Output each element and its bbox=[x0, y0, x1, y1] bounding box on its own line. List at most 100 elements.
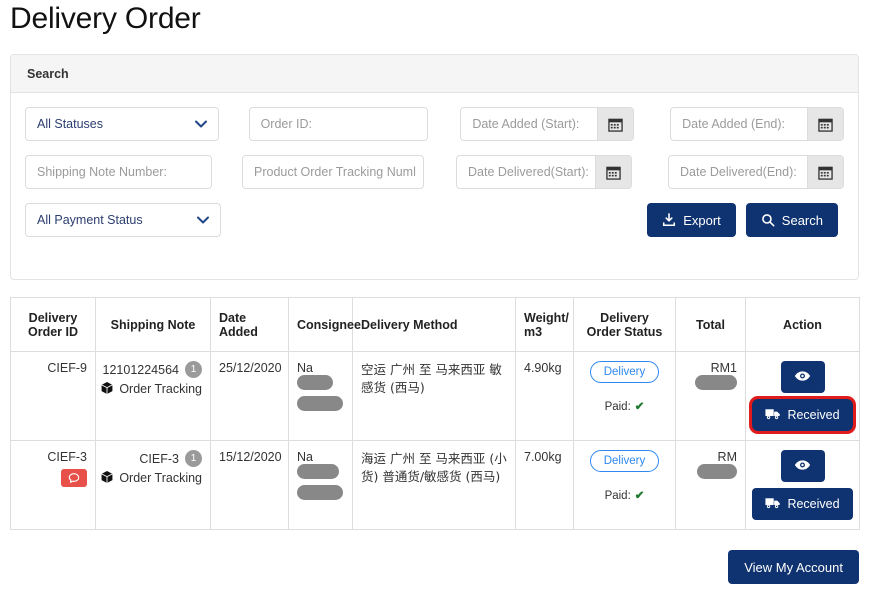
order-tracking-label: Order Tracking bbox=[119, 382, 202, 397]
calendar-icon[interactable] bbox=[595, 156, 631, 188]
cell-date-added: 15/12/2020 bbox=[210, 440, 289, 530]
column-delivery-order-status: Delivery Order Status bbox=[573, 297, 676, 352]
shipping-note-number-input[interactable]: Shipping Note Number: bbox=[25, 155, 212, 189]
column-consignee: Consignee bbox=[288, 297, 361, 352]
consignee-value: Na bbox=[297, 361, 313, 375]
delivery-order-id-value[interactable]: CIEF-3 bbox=[19, 450, 87, 464]
total-value: RM1 bbox=[710, 361, 737, 375]
payment-status-select-value: All Payment Status bbox=[37, 213, 143, 227]
column-date-added: Date Added bbox=[210, 297, 289, 352]
box-icon bbox=[100, 470, 114, 487]
eye-icon bbox=[794, 459, 811, 474]
column-shipping-note: Shipping Note bbox=[95, 297, 211, 352]
cell-consignee: Na bbox=[288, 351, 353, 441]
cell-shipping-note: 12101224564 1 Order Tracking bbox=[95, 351, 211, 441]
redacted-block bbox=[297, 464, 339, 480]
column-delivery-order-id: Delivery Order ID bbox=[10, 297, 96, 352]
cell-shipping-note: CIEF-3 1 Order Tracking bbox=[95, 440, 211, 530]
search-row-1: All Statuses Order ID: Date Added (Start… bbox=[25, 107, 844, 141]
shipping-note-value[interactable]: 12101224564 bbox=[103, 363, 179, 377]
page-title: Delivery Order bbox=[10, 2, 201, 35]
search-button-label: Search bbox=[781, 212, 823, 228]
date-added-start-input[interactable]: Date Added (Start): bbox=[461, 108, 597, 140]
shipping-note-line: 12101224564 1 bbox=[103, 361, 202, 378]
action-buttons: Received bbox=[749, 361, 856, 434]
magnifier-icon bbox=[761, 213, 775, 227]
search-panel: Search All Statuses Order ID: Date Added… bbox=[10, 54, 859, 280]
search-panel-header: Search bbox=[11, 55, 858, 93]
shipping-note-count-badge: 1 bbox=[185, 361, 202, 378]
download-icon bbox=[662, 213, 676, 227]
search-row-2: Shipping Note Number: Product Order Trac… bbox=[25, 155, 844, 189]
date-added-end-input[interactable]: Date Added (End): bbox=[671, 108, 807, 140]
search-button[interactable]: Search bbox=[745, 203, 838, 237]
delivery-order-id-value[interactable]: CIEF-9 bbox=[19, 361, 87, 375]
date-added-start-field[interactable]: Date Added (Start): bbox=[460, 107, 635, 141]
column-delivery-method: Delivery Method bbox=[352, 297, 516, 352]
eye-icon bbox=[794, 370, 811, 385]
search-panel-body: All Statuses Order ID: Date Added (Start… bbox=[11, 93, 858, 237]
chevron-down-icon bbox=[194, 120, 207, 128]
status-badge: Delivery bbox=[589, 361, 660, 383]
check-icon: ✔ bbox=[634, 401, 645, 413]
order-id-input[interactable]: Order ID: bbox=[248, 107, 429, 141]
check-icon: ✔ bbox=[634, 490, 645, 502]
export-button-label: Export bbox=[683, 212, 721, 228]
order-tracking-link[interactable]: Order Tracking bbox=[101, 381, 202, 398]
search-panel-title: Search bbox=[27, 66, 69, 81]
status-select[interactable]: All Statuses bbox=[25, 107, 219, 141]
paid-label: Paid: bbox=[604, 490, 631, 502]
redacted-block bbox=[297, 485, 343, 501]
status-badge: Delivery bbox=[589, 450, 660, 472]
shipping-note-count-badge: 1 bbox=[185, 450, 202, 467]
paid-line: Paid: ✔ bbox=[582, 488, 667, 502]
received-button-label: Received bbox=[787, 497, 840, 511]
calendar-icon[interactable] bbox=[597, 108, 634, 140]
order-tracking-link[interactable]: Order Tracking bbox=[101, 470, 202, 487]
date-delivered-end-input[interactable]: Date Delivered(End): bbox=[669, 156, 807, 188]
column-weight: Weight/ m3 bbox=[515, 297, 574, 352]
received-button-label: Received bbox=[787, 408, 840, 422]
status-select-value: All Statuses bbox=[37, 117, 104, 131]
date-added-end-field[interactable]: Date Added (End): bbox=[670, 107, 844, 141]
comment-badge[interactable] bbox=[61, 469, 87, 487]
paid-line: Paid: ✔ bbox=[582, 399, 667, 413]
delivery-order-page: Delivery Order Search All Statuses Order… bbox=[0, 0, 869, 597]
received-button[interactable]: Received bbox=[752, 488, 853, 520]
calendar-icon[interactable] bbox=[806, 108, 843, 140]
shipping-note-value[interactable]: CIEF-3 bbox=[139, 452, 179, 466]
view-button[interactable] bbox=[780, 361, 825, 393]
table-header-row: Delivery Order ID Shipping Note Date Add… bbox=[10, 297, 860, 352]
export-button[interactable]: Export bbox=[647, 203, 736, 237]
shipping-note-line: CIEF-3 1 bbox=[104, 450, 202, 467]
delivery-orders-table-wrapper: Delivery Order ID Shipping Note Date Add… bbox=[10, 297, 860, 530]
table-row: CIEF-9 12101224564 1 Order Tracking 25/1… bbox=[10, 351, 860, 441]
consignee-value: Na bbox=[297, 450, 313, 464]
cell-consignee: Na bbox=[288, 440, 353, 530]
product-order-tracking-input[interactable]: Product Order Tracking Numl bbox=[242, 155, 424, 189]
truck-icon bbox=[765, 408, 781, 423]
redacted-block bbox=[695, 375, 737, 391]
action-buttons: Received bbox=[752, 450, 853, 520]
received-button[interactable]: Received bbox=[749, 396, 856, 434]
order-tracking-label: Order Tracking bbox=[119, 471, 202, 486]
delivery-orders-table: Delivery Order ID Shipping Note Date Add… bbox=[10, 297, 860, 530]
cell-delivery-method: 空运 广州 至 马来西亚 敏感货 (西马) bbox=[352, 351, 516, 441]
payment-status-select[interactable]: All Payment Status bbox=[25, 203, 221, 237]
cell-delivery-order-id: CIEF-3 bbox=[10, 440, 96, 530]
truck-icon bbox=[765, 497, 781, 512]
cell-delivery-method: 海运 广州 至 马来西亚 (小货) 普通货/敏感货 (西马) bbox=[352, 440, 516, 530]
total-value: RM bbox=[717, 450, 737, 464]
view-my-account-button[interactable]: View My Account bbox=[728, 550, 859, 584]
date-delivered-end-field[interactable]: Date Delivered(End): bbox=[668, 155, 844, 189]
cell-total: RM bbox=[675, 440, 746, 530]
cell-delivery-order-id: CIEF-9 bbox=[10, 351, 96, 441]
cell-total: RM1 bbox=[675, 351, 746, 441]
view-button[interactable] bbox=[780, 450, 825, 482]
date-delivered-start-input[interactable]: Date Delivered(Start): bbox=[457, 156, 595, 188]
calendar-icon[interactable] bbox=[807, 156, 843, 188]
redacted-block bbox=[297, 375, 333, 391]
date-delivered-start-field[interactable]: Date Delivered(Start): bbox=[456, 155, 632, 189]
paid-label: Paid: bbox=[604, 401, 631, 413]
cell-weight: 4.90kg bbox=[515, 351, 574, 441]
